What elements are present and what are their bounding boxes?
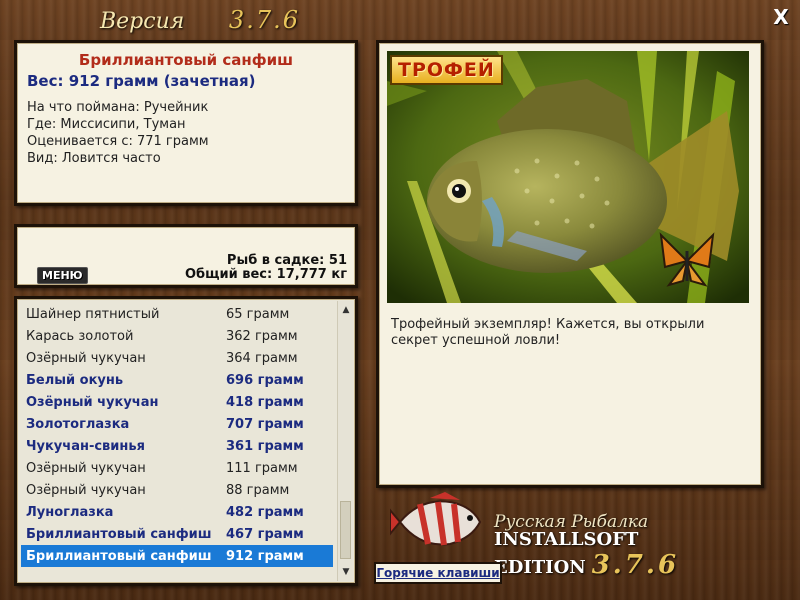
trophy-badge: ТРОФЕЙ [390, 55, 503, 85]
list-item-name: Озёрный чукучан [26, 482, 146, 498]
list-item[interactable]: Бриллиантовый санфиш 912 грамм [21, 545, 333, 567]
list-item-weight: 707 грамм [226, 416, 304, 432]
list-item[interactable]: Белый окунь 696 грамм [21, 369, 333, 391]
list-item-name: Озёрный чукучан [26, 350, 146, 366]
info-rating: Оценивается с: 771 грамм [27, 134, 209, 149]
list-item[interactable]: Озёрный чукучан 88 грамм [21, 479, 333, 501]
list-item-name: Бриллиантовый санфиш [26, 526, 212, 542]
catch-list: Шайнер пятнистый 65 грамм Карась золотой 36… [14, 296, 358, 586]
info-frequency: Вид: Ловится часто [27, 151, 161, 166]
fish-count: Рыб в садке: 51 [226, 253, 347, 268]
list-item[interactable]: Шайнер пятнистый 65 грамм [21, 303, 333, 325]
fish-illustration [387, 51, 749, 303]
list-item-weight: 912 грамм [226, 548, 304, 564]
list-item-weight: 362 грамм [226, 328, 298, 344]
list-item-weight: 696 грамм [226, 372, 304, 388]
list-item-name: Луноглазка [26, 504, 114, 520]
list-item-weight: 361 грамм [226, 438, 304, 454]
list-item-weight: 482 грамм [226, 504, 304, 520]
game-version-title: Версия игры 3.7.6 [100, 6, 300, 59]
chevron-down-icon[interactable]: ▼ [338, 565, 354, 579]
info-bait: На что поймана: Ручейник [27, 100, 209, 115]
list-item[interactable]: Озёрный чукучан 111 грамм [21, 457, 333, 479]
keepnet-stats-panel: МЕНЮ Рыб в садке: 51 Общий вес: 17,777 к… [14, 224, 358, 288]
list-item-weight: 65 грамм [226, 306, 290, 322]
scroll-thumb[interactable] [340, 501, 351, 559]
trophy-photo-panel: ТРОФЕЙ Трофейный экземпляр! Кажется, вы … [376, 40, 764, 488]
logo-edition: INSTALLSOFT EDITION 3.7.6 [494, 529, 795, 580]
game-logo: Русская Рыбалка INSTALLSOFT EDITION 3.7.6 [390, 492, 795, 580]
list-item-name: Шайнер пятнистый [26, 306, 160, 322]
list-item[interactable]: Золотоглазка 707 грамм [21, 413, 333, 435]
list-item[interactable]: Чукучан-свинья 361 грамм [21, 435, 333, 457]
list-item-weight: 364 грамм [226, 350, 298, 366]
menu-button[interactable]: МЕНЮ [37, 267, 88, 284]
list-item-name: Чукучан-свинья [26, 438, 145, 454]
list-item[interactable]: Бриллиантовый санфиш 467 грамм [21, 523, 333, 545]
list-item-name: Озёрный чукучан [26, 460, 146, 476]
list-item[interactable]: Озёрный чукучан 418 грамм [21, 391, 333, 413]
total-weight: Общий вес: 17,777 кг [184, 267, 347, 282]
list-item-name: Карась золотой [26, 328, 134, 344]
list-scrollbar[interactable]: ▲ ▼ [337, 301, 353, 581]
list-item-weight: 418 грамм [226, 394, 304, 410]
list-item-weight: 88 грамм [226, 482, 290, 498]
list-item-name: Белый окунь [26, 372, 124, 388]
chevron-up-icon[interactable]: ▲ [338, 303, 354, 317]
list-item[interactable]: Карась золотой 362 грамм [21, 325, 333, 347]
list-item[interactable]: Луноглазка 482 грамм [21, 501, 333, 523]
fish-logo-icon [390, 492, 482, 546]
fish-info-panel: Бриллиантовый санфиш Вес: 912 грамм (зач… [14, 40, 358, 206]
list-item-name: Озёрный чукучан [26, 394, 159, 410]
info-location: Где: Миссисипи, Туман [27, 117, 186, 132]
fish-name: Бриллиантовый санфиш [78, 51, 294, 69]
logo-version: 3.7.6 [591, 550, 680, 580]
list-item-name: Золотоглазка [26, 416, 130, 432]
fish-photo: ТРОФЕЙ [387, 51, 749, 303]
list-item-weight: 467 грамм [226, 526, 304, 542]
list-item-weight: 111 грамм [226, 460, 298, 476]
list-item-name: Бриллиантовый санфиш [26, 548, 212, 564]
hotkeys-button[interactable]: Горячие клавиши [374, 562, 502, 584]
trophy-description: Трофейный экземпляр! Кажется, вы открыли… [391, 317, 705, 348]
list-item[interactable]: Озёрный чукучан 364 грамм [21, 347, 333, 369]
fish-weight: Вес: 912 грамм (зачетная) [27, 72, 256, 90]
close-icon[interactable]: X [770, 6, 792, 28]
title-version: 3.7.6 [228, 6, 300, 34]
